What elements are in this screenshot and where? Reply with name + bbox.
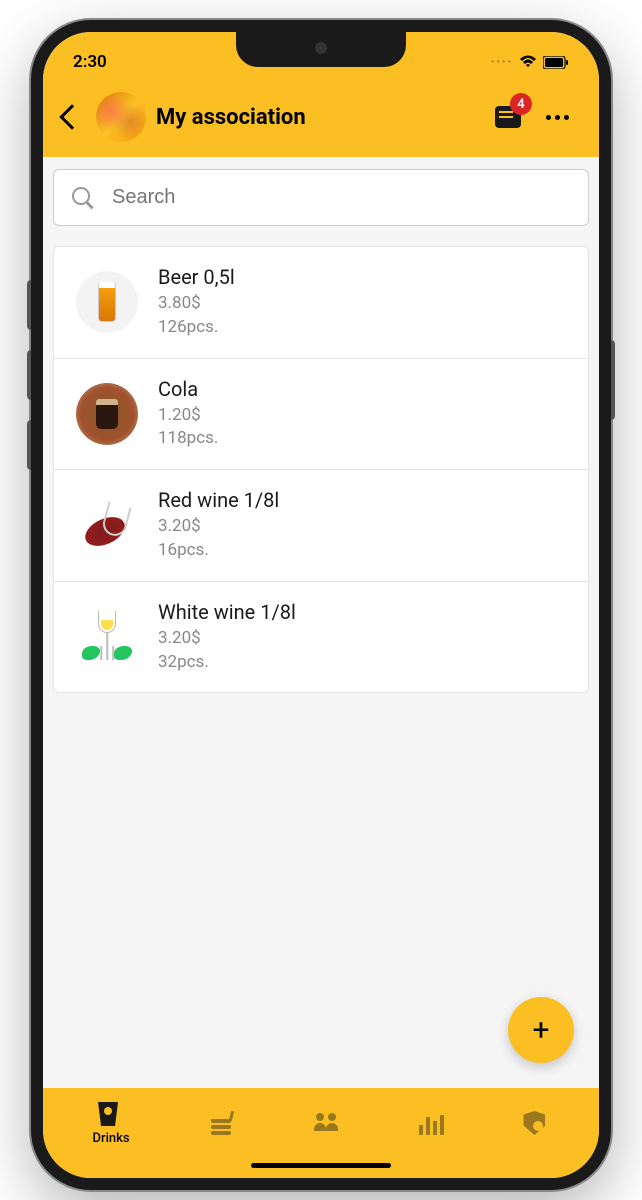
page-title: My association — [156, 105, 480, 130]
nav-food[interactable] — [209, 1111, 235, 1137]
cellular-icon: •••• — [491, 57, 513, 68]
more-button[interactable] — [536, 105, 579, 130]
item-image-beer — [76, 271, 138, 333]
nav-drinks[interactable]: Drinks — [92, 1102, 129, 1146]
phone-frame: 2:30 •••• My association 4 — [31, 20, 611, 1190]
back-button[interactable] — [59, 104, 84, 129]
add-button[interactable]: + — [508, 997, 574, 1063]
item-quantity: 126pcs. — [158, 316, 566, 340]
search-box[interactable] — [53, 169, 589, 226]
chat-badge: 4 — [510, 93, 532, 115]
item-text: Red wine 1/8l 3.20$ 16pcs. — [158, 488, 566, 563]
drinks-list: Beer 0,5l 3.80$ 126pcs. Cola 1.20$ 118pc… — [53, 246, 589, 693]
battery-icon — [543, 56, 569, 69]
list-item[interactable]: Cola 1.20$ 118pcs. — [54, 359, 588, 471]
wifi-icon — [519, 55, 537, 69]
item-image-cola — [76, 383, 138, 445]
item-name: Cola — [158, 377, 566, 401]
search-input[interactable] — [112, 186, 570, 209]
chat-button[interactable]: 4 — [490, 99, 526, 135]
shield-icon — [523, 1111, 549, 1137]
app-header: My association 4 — [43, 82, 599, 157]
item-price: 3.20$ — [158, 515, 566, 539]
item-image-red-wine — [76, 494, 138, 556]
people-icon — [314, 1111, 340, 1137]
bottom-nav: Drinks — [43, 1088, 599, 1178]
stats-icon — [419, 1113, 445, 1135]
item-quantity: 16pcs. — [158, 539, 566, 563]
food-icon — [209, 1111, 235, 1137]
status-time: 2:30 — [73, 52, 107, 72]
content-area: Beer 0,5l 3.80$ 126pcs. Cola 1.20$ 118pc… — [43, 157, 599, 1088]
item-price: 3.20$ — [158, 627, 566, 651]
item-name: Red wine 1/8l — [158, 488, 566, 512]
nav-label: Drinks — [92, 1131, 129, 1146]
item-text: Cola 1.20$ 118pcs. — [158, 377, 566, 452]
nav-admin[interactable] — [523, 1111, 549, 1137]
item-quantity: 32pcs. — [158, 651, 566, 675]
item-name: White wine 1/8l — [158, 600, 566, 624]
list-item[interactable]: Red wine 1/8l 3.20$ 16pcs. — [54, 470, 588, 582]
status-icons: •••• — [491, 55, 569, 69]
notch — [236, 32, 406, 67]
nav-people[interactable] — [314, 1111, 340, 1137]
home-indicator[interactable] — [251, 1163, 391, 1168]
screen: 2:30 •••• My association 4 — [43, 32, 599, 1178]
association-avatar[interactable] — [96, 92, 146, 142]
item-text: White wine 1/8l 3.20$ 32pcs. — [158, 600, 566, 675]
item-name: Beer 0,5l — [158, 265, 566, 289]
search-icon — [72, 187, 94, 209]
item-price: 1.20$ — [158, 404, 566, 428]
item-text: Beer 0,5l 3.80$ 126pcs. — [158, 265, 566, 340]
plus-icon: + — [532, 1013, 549, 1048]
list-item[interactable]: Beer 0,5l 3.80$ 126pcs. — [54, 247, 588, 359]
item-price: 3.80$ — [158, 292, 566, 316]
drinks-icon — [98, 1102, 124, 1128]
item-image-white-wine — [76, 606, 138, 668]
list-item[interactable]: White wine 1/8l 3.20$ 32pcs. — [54, 582, 588, 693]
item-quantity: 118pcs. — [158, 427, 566, 451]
nav-stats[interactable] — [419, 1113, 445, 1135]
